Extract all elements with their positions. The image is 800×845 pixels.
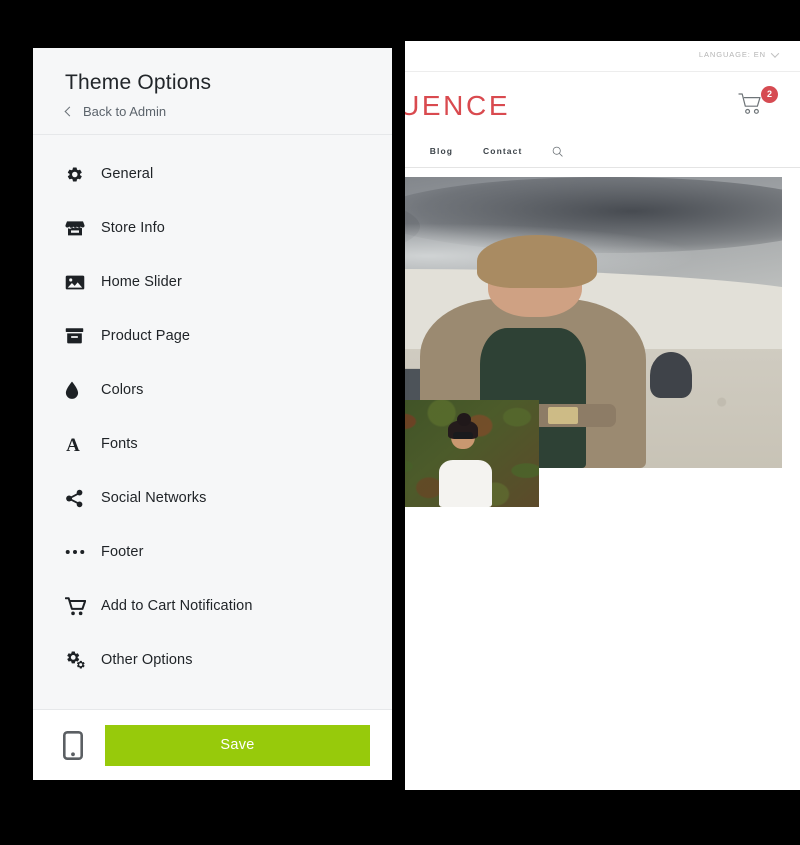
menu-item-label: Social Networks <box>101 490 207 506</box>
ellipsis-icon <box>65 548 101 556</box>
shopping-cart-icon <box>65 596 101 616</box>
nav-item-contact[interactable]: Contact <box>483 146 522 156</box>
chevron-left-icon <box>64 106 75 117</box>
menu-item-label: Footer <box>101 544 144 560</box>
storefront-topbar: LANGUAGE: EN <box>405 41 800 72</box>
menu-item-label: Store Info <box>101 220 165 236</box>
chevron-down-icon <box>770 48 780 58</box>
menu-item-other-options[interactable]: Other Options <box>33 633 392 687</box>
menu-item-home-slider[interactable]: Home Slider <box>33 255 392 309</box>
product-model-top <box>438 459 492 507</box>
menu-item-general[interactable]: General <box>33 147 392 201</box>
theme-options-panel: Theme Options Back to Admin General Stor… <box>33 48 392 780</box>
theme-options-menu: General Store Info Home Slider Product P… <box>33 135 392 687</box>
storefront-page: LANGUAGE: EN INFLUENCE 2 Fashion <box>405 41 800 790</box>
menu-item-label: Fonts <box>101 436 138 452</box>
gears-icon <box>65 650 101 670</box>
mobile-phone-icon <box>63 730 83 760</box>
menu-item-label: Colors <box>101 382 144 398</box>
storefront-preview-window: LANGUAGE: EN INFLUENCE 2 Fashion <box>405 41 800 790</box>
hero-female-hair <box>476 235 598 288</box>
menu-item-product-page[interactable]: Product Page <box>33 309 392 363</box>
share-icon <box>65 489 101 508</box>
menu-item-store-info[interactable]: Store Info <box>33 201 392 255</box>
letter-a-icon: A <box>65 435 101 454</box>
menu-item-label: Add to Cart Notification <box>101 598 253 614</box>
back-to-admin-link[interactable]: Back to Admin <box>64 104 392 119</box>
menu-item-label: Home Slider <box>101 274 182 290</box>
storefront-nav: Fashion Information Blog Contact <box>405 135 800 168</box>
menu-item-fonts[interactable]: A Fonts <box>33 417 392 471</box>
nav-label: Contact <box>483 146 523 156</box>
archive-box-icon <box>65 327 101 345</box>
product-thumbnail[interactable] <box>405 400 539 507</box>
menu-item-label: Product Page <box>101 328 191 344</box>
screenshot-stage: LANGUAGE: EN INFLUENCE 2 Fashion <box>0 0 800 845</box>
image-icon <box>65 274 101 291</box>
featured-products-grid <box>405 400 539 507</box>
cart-count-badge: 2 <box>761 86 778 103</box>
panel-header: Theme Options Back to Admin <box>33 48 392 135</box>
svg-text:A: A <box>66 435 80 454</box>
language-label: LANGUAGE: EN <box>698 50 766 59</box>
cart-button[interactable]: 2 <box>738 86 778 120</box>
mobile-preview-toggle[interactable] <box>59 725 87 765</box>
page-title: Theme Options <box>65 71 212 94</box>
menu-item-label: General <box>101 166 154 182</box>
menu-item-add-to-cart-notification[interactable]: Add to Cart Notification <box>33 579 392 633</box>
site-logo[interactable]: INFLUENCE <box>405 90 510 122</box>
store-icon <box>65 219 101 238</box>
search-button[interactable] <box>552 146 563 157</box>
droplet-icon <box>65 381 101 400</box>
menu-item-social-networks[interactable]: Social Networks <box>33 471 392 525</box>
menu-item-footer[interactable]: Footer <box>33 525 392 579</box>
product-model-bun <box>457 412 472 426</box>
hero-female-watch <box>548 406 579 425</box>
back-to-admin-label: Back to Admin <box>83 104 167 119</box>
hero-scooter-mirror <box>650 351 692 399</box>
gear-icon <box>65 165 101 184</box>
language-selector[interactable]: LANGUAGE: EN <box>698 48 780 59</box>
save-button[interactable]: Save <box>105 724 370 766</box>
storefront-brand-row: INFLUENCE 2 <box>405 72 800 135</box>
menu-item-label: Other Options <box>101 652 193 668</box>
menu-item-colors[interactable]: Colors <box>33 363 392 417</box>
panel-footer: Save <box>33 709 392 780</box>
product-model-sunglasses <box>452 432 474 439</box>
nav-label: Blog <box>429 146 454 156</box>
search-icon <box>553 146 563 157</box>
nav-item-blog[interactable]: Blog <box>430 146 453 156</box>
